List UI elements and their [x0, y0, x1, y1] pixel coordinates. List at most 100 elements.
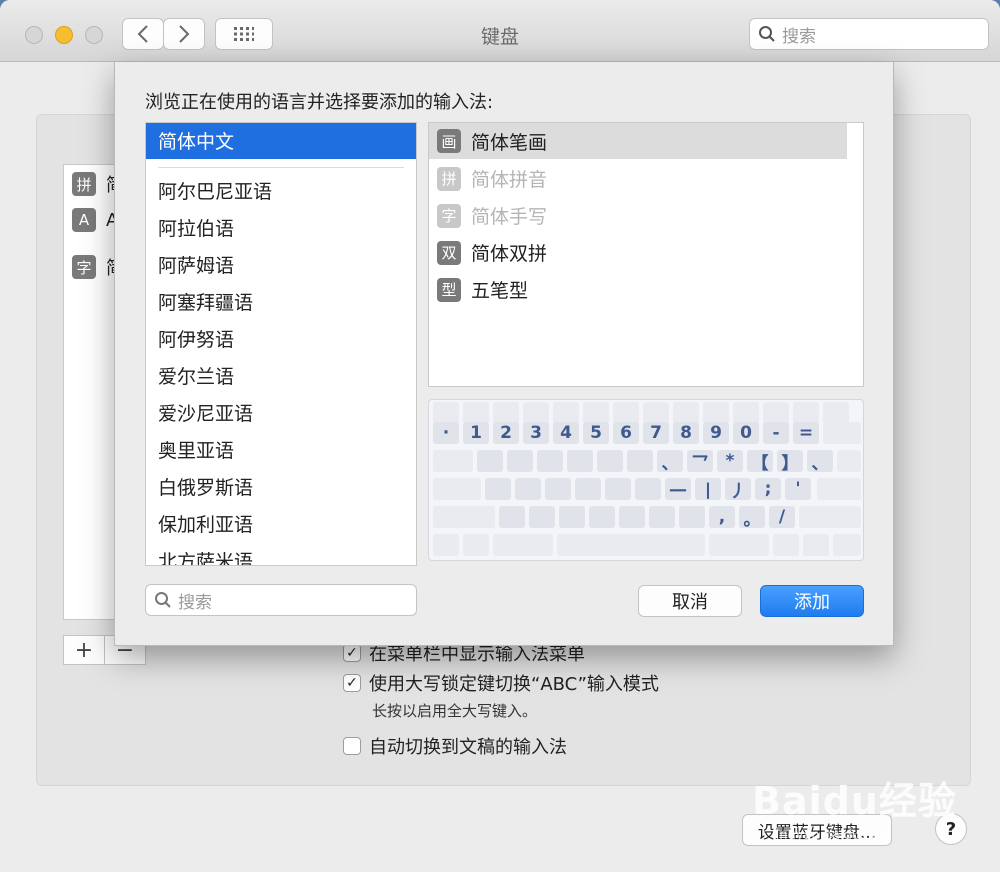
language-item[interactable]: 阿尔巴尼亚语: [158, 177, 272, 204]
preferences-search-field[interactable]: 搜索: [749, 18, 989, 50]
language-item[interactable]: 奥里亚语: [158, 436, 234, 463]
keyboard-key: 、: [807, 450, 833, 474]
cancel-button[interactable]: 取消: [638, 585, 742, 617]
input-source-badge: 字: [72, 255, 96, 279]
keyboard-key: [643, 402, 669, 424]
capslock-checkbox-row[interactable]: ✓ 使用大写锁定键切换“ABC”输入模式: [343, 670, 659, 696]
language-item[interactable]: 保加利亚语: [158, 510, 253, 537]
auto-switch-checkbox[interactable]: [343, 737, 361, 755]
preferences-window: 键盘 搜索 拼 简 A A 字 简 + − ✓ 在菜单栏中显示输入法菜单 ✓ 使…: [0, 0, 1000, 872]
capslock-label: 使用大写锁定键切换“ABC”输入模式: [369, 674, 659, 695]
language-item[interactable]: 阿伊努语: [158, 325, 234, 352]
language-item[interactable]: 阿塞拜疆语: [158, 288, 253, 315]
search-placeholder: 搜索: [782, 26, 816, 47]
keyboard-key: 乛: [687, 450, 713, 474]
keyboard-key: -: [763, 422, 789, 444]
keyboard-key: [463, 534, 489, 556]
keyboard-key: 、: [657, 450, 683, 474]
search-icon: [155, 592, 171, 608]
capslock-note: 长按以启用全大写键入。: [372, 702, 538, 720]
keyboard-key: 【: [747, 450, 773, 474]
language-item[interactable]: 爱尔兰语: [158, 362, 234, 389]
keyboard-key: ': [785, 478, 811, 500]
language-item[interactable]: 阿萨姆语: [158, 251, 234, 278]
keyboard-key: 1: [463, 422, 489, 444]
input-method-label: 简体拼音: [471, 169, 548, 191]
language-item[interactable]: 阿拉伯语: [158, 214, 234, 241]
keyboard-key: ,: [709, 506, 735, 528]
input-method-badge: 型: [437, 277, 461, 302]
language-item[interactable]: 爱沙尼亚语: [158, 399, 253, 426]
input-method-label: 简体手写: [471, 206, 548, 228]
keyboard-key: [493, 402, 519, 424]
input-method-badge: 拼: [437, 166, 461, 191]
keyboard-key: 】: [777, 450, 803, 474]
input-method-badge: 双: [437, 240, 461, 265]
keyboard-key: [619, 506, 645, 528]
keyboard-key: *: [717, 450, 743, 472]
input-method-item[interactable]: 字 简体手写: [437, 202, 855, 229]
keyboard-key: [583, 402, 609, 424]
capslock-checkbox[interactable]: ✓: [343, 674, 361, 692]
input-method-item[interactable]: 画 简体笔画: [429, 123, 847, 159]
keyboard-key: [627, 450, 653, 472]
keyboard-key: [477, 450, 503, 472]
keyboard-key: [433, 534, 459, 556]
watermark-url: jingyan.baidu.com: [772, 828, 892, 843]
input-source-item[interactable]: A A: [72, 208, 118, 232]
keyboard-key: [733, 402, 759, 424]
language-search-field[interactable]: 搜索: [145, 584, 417, 616]
keyboard-key: [537, 450, 563, 472]
language-item-selected[interactable]: 简体中文: [146, 123, 416, 159]
keyboard-key: [803, 534, 829, 556]
watermark-brand: Baidu经验: [752, 779, 957, 823]
keyboard-key: ;: [755, 478, 781, 500]
keyboard-key: [773, 534, 799, 556]
keyboard-layout-preview: · 1 2 3 4 5 6 7 8 9 0- =、乛 * 【】、一丨丿; ',。 /: [428, 399, 864, 561]
keyboard-key: [823, 422, 861, 444]
add-input-source-button[interactable]: +: [63, 635, 105, 665]
keyboard-key: [559, 506, 585, 528]
keyboard-key: [635, 478, 661, 500]
input-method-item[interactable]: 双 简体双拼: [437, 239, 855, 266]
keyboard-key: =: [793, 422, 819, 444]
language-list[interactable]: 简体中文 阿尔巴尼亚语 阿拉伯语 阿萨姆语 阿塞拜疆语 阿伊努语 爱尔兰语 爱沙…: [145, 122, 417, 566]
keyboard-key: ·: [433, 422, 459, 444]
add-button[interactable]: 添加: [760, 585, 864, 617]
keyboard-key: [799, 506, 861, 528]
keyboard-key: 4: [553, 422, 579, 444]
input-method-label: 简体双拼: [471, 243, 548, 265]
keyboard-key: [433, 450, 473, 472]
keyboard-key: [463, 402, 489, 424]
input-method-list[interactable]: 画 简体笔画 拼 简体拼音 字 简体手写 双 简体双拼 型 五笔型: [428, 122, 864, 387]
keyboard-key: [493, 534, 553, 556]
keyboard-key: [515, 478, 541, 500]
keyboard-key: [499, 506, 525, 528]
keyboard-key: 丨: [695, 478, 721, 502]
language-item[interactable]: 北方萨米语: [158, 547, 253, 565]
keyboard-key: [817, 478, 861, 500]
keyboard-key: [763, 402, 789, 424]
keyboard-key: 5: [583, 422, 609, 444]
keyboard-key: 0: [733, 422, 759, 444]
keyboard-key: 一: [665, 478, 691, 502]
input-method-item[interactable]: 拼 简体拼音: [437, 165, 855, 192]
search-icon: [759, 26, 775, 42]
keyboard-key: 丿: [725, 478, 751, 502]
keyboard-key: [523, 402, 549, 424]
keyboard-key: 7: [643, 422, 669, 444]
keyboard-key: [793, 402, 819, 424]
input-source-badge: 拼: [72, 172, 96, 196]
auto-switch-checkbox-row[interactable]: 自动切换到文稿的输入法: [343, 733, 567, 759]
input-method-item[interactable]: 型 五笔型: [437, 276, 855, 303]
keyboard-key: [597, 450, 623, 472]
keyboard-key: [679, 506, 705, 528]
show-menu-checkbox[interactable]: ✓: [343, 644, 361, 662]
keyboard-key: [433, 506, 495, 528]
language-list-separator: [158, 167, 404, 168]
keyboard-key: [553, 402, 579, 424]
keyboard-key: [529, 506, 555, 528]
keyboard-key: [613, 402, 639, 424]
language-item[interactable]: 白俄罗斯语: [158, 473, 253, 500]
keyboard-key: 。: [739, 506, 765, 530]
